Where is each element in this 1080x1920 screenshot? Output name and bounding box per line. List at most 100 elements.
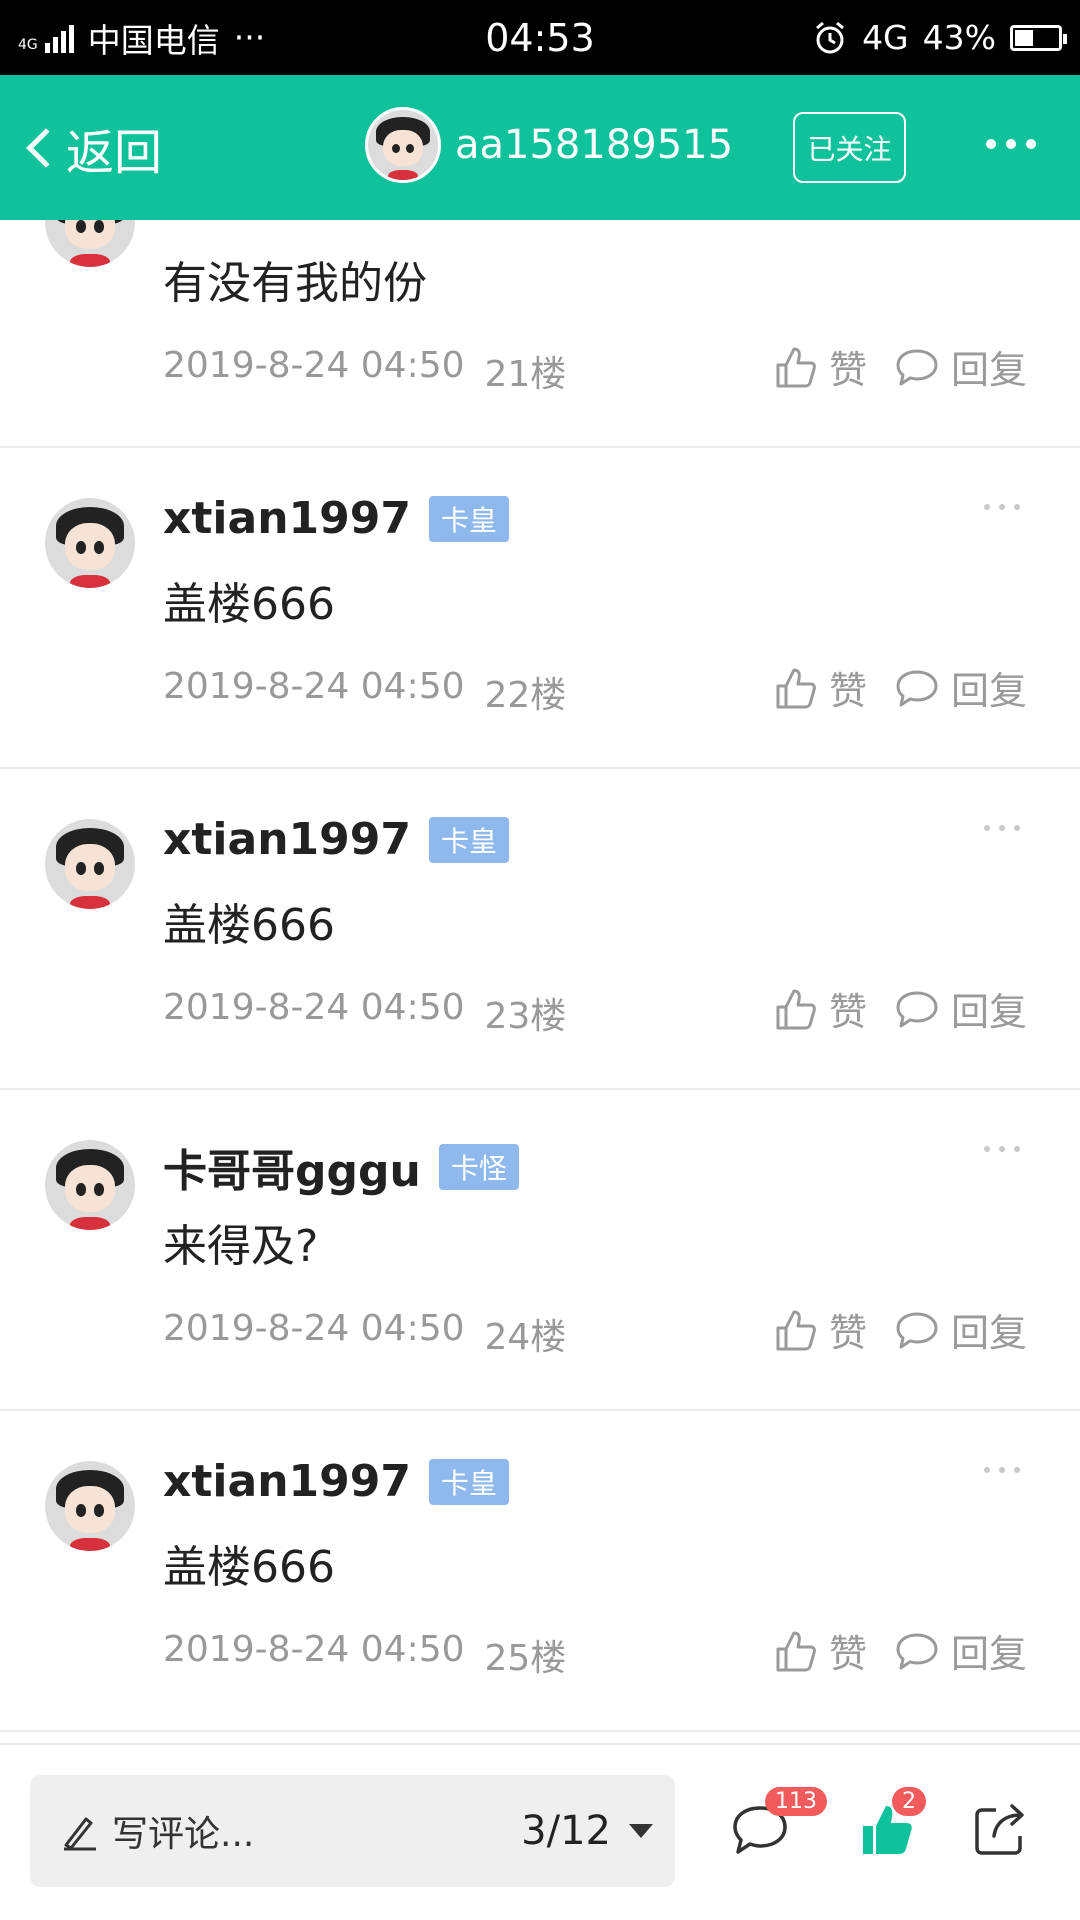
like-label: 赞 bbox=[829, 1311, 868, 1355]
comment-actions: 赞 回复 bbox=[775, 339, 1027, 394]
comment-head: xtian1997 卡皇 bbox=[163, 493, 509, 544]
level-badge: 卡皇 bbox=[428, 816, 509, 863]
share-button[interactable] bbox=[965, 1795, 1035, 1865]
level-badge: 卡皇 bbox=[428, 495, 509, 542]
avatar[interactable] bbox=[45, 1140, 135, 1230]
bottom-bar: 写评论... 3/12 113 2 bbox=[0, 1743, 1080, 1920]
comment-username[interactable]: xtian1997 bbox=[163, 1456, 411, 1507]
top-bar: 返回 aa158189515 已关注 bbox=[0, 75, 1080, 220]
avatar[interactable] bbox=[45, 498, 135, 588]
page-indicator[interactable]: 3/12 bbox=[521, 1808, 611, 1854]
like-button[interactable]: 赞 bbox=[775, 981, 867, 1036]
signal-icon: 4G bbox=[18, 23, 74, 53]
comment-more-icon[interactable] bbox=[984, 825, 1020, 831]
alarm-icon bbox=[816, 21, 845, 53]
reply-button[interactable]: 回复 bbox=[895, 660, 1027, 715]
back-button[interactable]: 返回 bbox=[0, 113, 260, 183]
comment-more-icon[interactable] bbox=[984, 504, 1020, 510]
chevron-left-icon bbox=[26, 127, 66, 168]
comment-text: 盖楼666 bbox=[163, 1542, 335, 1593]
comment-actions: 赞 回复 bbox=[775, 660, 1027, 715]
comment-floor: 22楼 bbox=[484, 675, 567, 716]
thumbs-up-icon bbox=[776, 668, 816, 708]
header-user[interactable]: aa158189515 bbox=[365, 107, 733, 183]
thumbs-up-icon bbox=[776, 989, 816, 1029]
comment-text: 有没有我的份 bbox=[163, 258, 427, 309]
comment-item: xtian1997 卡皇 盖楼666 2019-8-24 04:50 23楼 赞… bbox=[0, 769, 1080, 1090]
battery-icon bbox=[1010, 24, 1067, 51]
thumbs-up-icon bbox=[776, 1310, 816, 1350]
comment-item: 有没有我的份 2019-8-24 04:50 21楼 赞 回复 bbox=[0, 220, 1080, 448]
like-count-badge: 2 bbox=[892, 1787, 926, 1816]
comment-input-placeholder: 写评论... bbox=[112, 1814, 255, 1855]
speech-bubble-icon bbox=[896, 991, 938, 1027]
comment-head: xtian1997 卡皇 bbox=[163, 814, 509, 865]
comment-list: 有没有我的份 2019-8-24 04:50 21楼 赞 回复 xtian199… bbox=[0, 220, 1080, 1743]
status-bar: 4G 中国电信 ··· 04:53 4G 43% bbox=[0, 0, 1080, 75]
status-more: ··· bbox=[233, 18, 266, 57]
reply-button[interactable]: 回复 bbox=[895, 1623, 1027, 1678]
share-icon bbox=[975, 1804, 1024, 1855]
comment-meta: 2019-8-24 04:50 25楼 bbox=[163, 1629, 566, 1681]
comment-actions: 赞 回复 bbox=[775, 1623, 1027, 1678]
comment-floor: 23楼 bbox=[484, 996, 567, 1037]
follow-button[interactable]: 已关注 bbox=[793, 112, 906, 183]
comment-more-icon[interactable] bbox=[984, 1146, 1020, 1152]
back-label: 返回 bbox=[66, 124, 163, 181]
like-label: 赞 bbox=[829, 990, 868, 1034]
comment-time: 2019-8-24 04:50 bbox=[163, 987, 465, 1028]
speech-bubble-icon bbox=[896, 670, 938, 706]
network-label: 4G bbox=[18, 36, 38, 53]
comment-time: 2019-8-24 04:50 bbox=[163, 1308, 465, 1349]
battery-label: 43% bbox=[922, 18, 996, 57]
comment-username[interactable]: xtian1997 bbox=[163, 493, 411, 544]
comment-actions: 赞 回复 bbox=[775, 1302, 1027, 1357]
comment-meta: 2019-8-24 04:50 22楼 bbox=[163, 666, 566, 718]
speech-bubble-icon bbox=[896, 1312, 938, 1348]
comment-meta: 2019-8-24 04:50 24楼 bbox=[163, 1308, 566, 1360]
comment-username[interactable]: xtian1997 bbox=[163, 814, 411, 865]
comment-time: 2019-8-24 04:50 bbox=[163, 1629, 465, 1670]
comment-item: 卡哥哥gggu 卡怪 来得及? 2019-8-24 04:50 24楼 赞 回复 bbox=[0, 1090, 1080, 1411]
comment-time: 2019-8-24 04:50 bbox=[163, 666, 465, 707]
avatar[interactable] bbox=[45, 819, 135, 909]
comment-head: xtian1997 卡皇 bbox=[163, 1456, 509, 1507]
comment-text: 盖楼666 bbox=[163, 900, 335, 951]
comment-floor: 25楼 bbox=[484, 1638, 567, 1679]
comment-meta: 2019-8-24 04:50 23楼 bbox=[163, 987, 566, 1039]
level-badge: 卡怪 bbox=[438, 1144, 519, 1190]
data-type-label: 4G bbox=[862, 18, 909, 57]
avatar[interactable] bbox=[45, 220, 135, 267]
speech-bubble-icon bbox=[896, 349, 938, 385]
like-button[interactable]: 赞 bbox=[775, 339, 867, 394]
avatar[interactable] bbox=[365, 107, 441, 183]
avatar[interactable] bbox=[45, 1461, 135, 1551]
thumbs-up-icon bbox=[776, 1631, 816, 1671]
pencil-icon bbox=[64, 1817, 96, 1851]
comment-more-icon[interactable] bbox=[984, 1467, 1020, 1473]
comment-time: 2019-8-24 04:50 bbox=[163, 345, 465, 386]
comment-input[interactable]: 写评论... 3/12 bbox=[30, 1775, 675, 1887]
speech-bubble-icon bbox=[896, 1633, 938, 1669]
reply-button[interactable]: 回复 bbox=[895, 981, 1027, 1036]
like-label: 赞 bbox=[829, 1632, 868, 1676]
header-username: aa158189515 bbox=[455, 122, 734, 168]
comment-text: 盖楼666 bbox=[163, 579, 335, 630]
comment-floor: 24楼 bbox=[484, 1317, 567, 1358]
caret-down-icon[interactable] bbox=[629, 1824, 653, 1838]
like-button[interactable]: 赞 bbox=[775, 1623, 867, 1678]
more-icon[interactable] bbox=[986, 139, 1036, 149]
reply-label: 回复 bbox=[951, 1632, 1028, 1676]
like-button[interactable]: 赞 bbox=[775, 660, 867, 715]
like-label: 赞 bbox=[829, 669, 868, 713]
reply-button[interactable]: 回复 bbox=[895, 1302, 1027, 1357]
like-post-button[interactable]: 2 bbox=[852, 1787, 926, 1865]
like-button[interactable]: 赞 bbox=[775, 1302, 867, 1357]
comments-button[interactable]: 113 bbox=[725, 1787, 827, 1865]
thumbs-up-icon bbox=[776, 347, 816, 387]
reply-button[interactable]: 回复 bbox=[895, 339, 1027, 394]
level-badge: 卡皇 bbox=[428, 1458, 509, 1505]
comment-meta: 2019-8-24 04:50 21楼 bbox=[163, 345, 566, 397]
status-left: 4G 中国电信 ··· bbox=[18, 14, 265, 62]
comment-username[interactable]: 卡哥哥gggu bbox=[163, 1135, 421, 1199]
